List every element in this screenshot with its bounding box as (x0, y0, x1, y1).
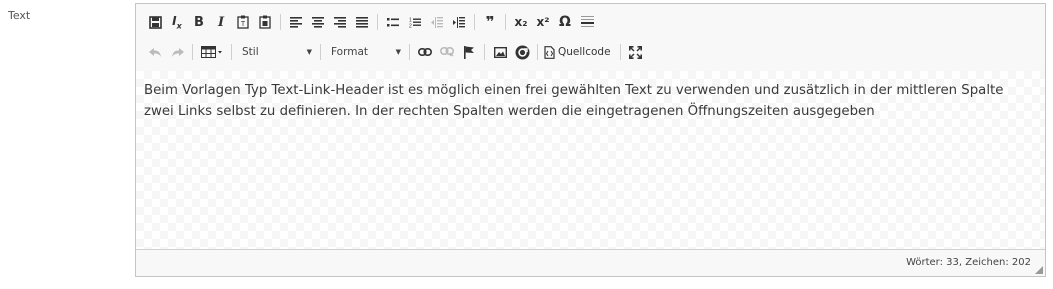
maximize-button[interactable] (625, 41, 647, 63)
link-icon (418, 48, 432, 56)
toolbar-separator (537, 44, 538, 60)
horizontal-rule-button[interactable] (576, 11, 598, 33)
paste-text-icon: T (237, 15, 249, 29)
word-count: Wörter: 33, Zeichen: 202 (906, 257, 1031, 268)
anchor-button[interactable] (458, 41, 480, 63)
format-dropdown[interactable]: Format ▼ (325, 42, 405, 62)
resize-handle-icon[interactable] (1035, 266, 1043, 274)
subscript-icon: x₂ (514, 15, 528, 29)
numbered-list-button[interactable]: 12 (404, 11, 426, 33)
numbered-list-icon: 12 (409, 17, 421, 28)
maximize-icon (629, 45, 643, 59)
subscript-button[interactable]: x₂ (510, 11, 532, 33)
toolbar-separator (280, 14, 281, 30)
toolbar-separator (474, 14, 475, 30)
special-char-button[interactable]: Ω (554, 11, 576, 33)
remove-format-button[interactable]: Ix (166, 11, 188, 33)
outdent-button[interactable] (426, 11, 448, 33)
undo-button[interactable] (144, 41, 166, 63)
toolbar-separator (377, 14, 378, 30)
chevron-down-icon: ▼ (306, 48, 312, 56)
paste-word-icon (259, 15, 271, 29)
svg-text:T: T (241, 21, 246, 28)
align-left-icon (290, 16, 302, 28)
superscript-icon: x² (536, 15, 550, 29)
toolbar-separator (619, 44, 621, 60)
field-label: Text (8, 9, 31, 22)
editor-toolbar: Ix B I T 1 2 ❞ x₂ x² Ω Stil ▼ Format ▼ Q… (136, 4, 1045, 72)
save-icon (148, 15, 162, 29)
bulleted-list-icon (387, 17, 399, 26)
align-right-icon (334, 16, 346, 28)
undo-icon (148, 47, 161, 57)
toolbar-separator (484, 44, 485, 60)
toolbar-row-2: Stil ▼ Format ▼ Quellcode (144, 40, 647, 64)
paste-text-button[interactable]: T (232, 11, 254, 33)
rich-text-editor: Ix B I T 1 2 ❞ x₂ x² Ω Stil ▼ Format ▼ Q… (135, 3, 1046, 277)
indent-icon (453, 16, 465, 28)
toolbar-separator (505, 14, 506, 30)
toolbar-separator (231, 44, 232, 60)
image-button[interactable] (489, 41, 511, 63)
table-button[interactable] (197, 41, 227, 63)
bold-button[interactable]: B (188, 11, 210, 33)
align-justify-icon (356, 16, 368, 28)
source-button[interactable]: Quellcode (542, 41, 616, 63)
paste-word-button[interactable] (254, 11, 276, 33)
media-embed-icon (515, 45, 529, 59)
toolbar-separator (320, 44, 321, 60)
style-dropdown[interactable]: Stil ▼ (236, 42, 316, 62)
remove-format-icon: Ix (172, 13, 182, 31)
flag-icon (463, 45, 474, 59)
svg-text:2: 2 (409, 23, 412, 28)
toolbar-separator (192, 44, 193, 60)
superscript-button[interactable]: x² (532, 11, 554, 33)
italic-button[interactable]: I (210, 11, 232, 33)
save-button[interactable] (144, 11, 166, 33)
align-left-button[interactable] (285, 11, 307, 33)
redo-button[interactable] (166, 41, 188, 63)
blockquote-icon: ❞ (485, 13, 495, 31)
source-code-icon (544, 45, 555, 59)
embed-media-button[interactable] (511, 41, 533, 63)
align-right-button[interactable] (329, 11, 351, 33)
link-button[interactable] (414, 41, 436, 63)
align-center-icon (312, 16, 324, 28)
align-center-button[interactable] (307, 11, 329, 33)
outdent-icon (431, 16, 443, 28)
unlink-icon (440, 47, 454, 57)
chevron-down-icon: ▼ (395, 48, 401, 56)
redo-icon (171, 47, 184, 57)
table-icon (201, 46, 222, 58)
indent-button[interactable] (448, 11, 470, 33)
bulleted-list-button[interactable] (382, 11, 404, 33)
editor-status-bar: Wörter: 33, Zeichen: 202 (136, 249, 1045, 276)
style-dropdown-label: Stil (242, 46, 259, 58)
source-button-label: Quellcode (558, 46, 611, 58)
unlink-button[interactable] (436, 41, 458, 63)
horizontal-rule-icon (580, 15, 594, 27)
bold-icon: B (194, 14, 204, 30)
image-icon (493, 46, 507, 58)
format-dropdown-label: Format (331, 46, 369, 58)
blockquote-button[interactable]: ❞ (479, 11, 501, 33)
align-justify-button[interactable] (351, 11, 373, 33)
italic-icon: I (217, 14, 225, 30)
toolbar-separator (409, 44, 410, 60)
editor-content-area[interactable]: Beim Vorlagen Typ Text-Link-Header ist e… (136, 71, 1045, 250)
special-char-icon: Ω (559, 14, 571, 30)
toolbar-row-1: Ix B I T 1 2 ❞ x₂ x² Ω (144, 10, 598, 34)
editor-content-text: Beim Vorlagen Typ Text-Link-Header ist e… (144, 83, 1004, 119)
